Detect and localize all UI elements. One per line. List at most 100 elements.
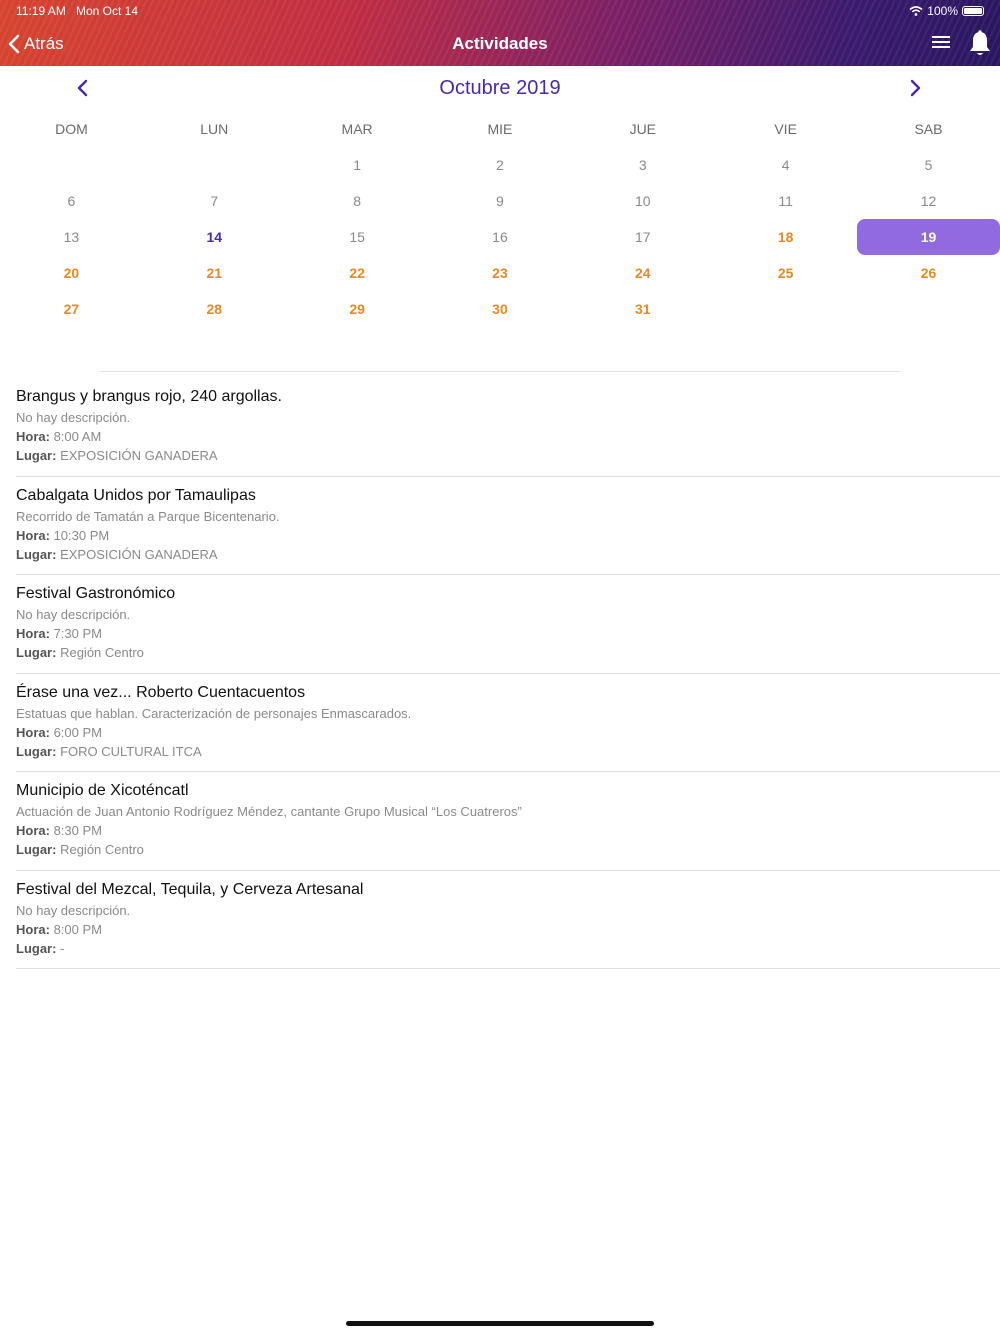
- place-label: Lugar:: [16, 546, 57, 562]
- calendar-day-23[interactable]: 23: [429, 255, 572, 291]
- calendar-day-28[interactable]: 28: [143, 291, 286, 327]
- calendar-day-26[interactable]: 26: [857, 255, 1000, 291]
- event-title: Cabalgata Unidos por Tamaulipas: [16, 486, 256, 504]
- calendar-day-19[interactable]: 19: [857, 219, 1000, 255]
- calendar-day-20[interactable]: 20: [0, 255, 143, 291]
- event-place-row: Lugar: Región Centro: [16, 840, 1000, 859]
- divider: [100, 371, 900, 372]
- event-place: EXPOSICIÓN GANADERA: [60, 546, 218, 562]
- event-time: 7:30 PM: [53, 626, 102, 641]
- calendar-day-17[interactable]: 17: [571, 219, 714, 255]
- time-label: Hora:: [16, 921, 50, 937]
- weekday-label: DOM: [55, 121, 88, 137]
- event-title: Festival del Mezcal, Tequila, y Cerveza …: [16, 880, 364, 898]
- calendar-day-11[interactable]: 11: [714, 183, 857, 219]
- event-time-row: Hora: 8:00 AM: [16, 427, 1000, 446]
- event-description: Recorrido de Tamatán a Parque Bicentenar…: [16, 508, 280, 524]
- calendar-grid: 1 2 3 4 5 6 7 8 9 10 11 12 13 14 15 16 17 18 19 20 21 22 23 24 2…: [0, 147, 1000, 327]
- event-description: No hay descripción.: [16, 410, 131, 425]
- place-label: Lugar:: [16, 743, 57, 759]
- wifi-icon: [909, 6, 923, 16]
- calendar-day-empty: [857, 291, 1000, 327]
- event-title: Festival Gastronómico: [16, 585, 176, 602]
- calendar-day-30[interactable]: 30: [429, 291, 572, 327]
- place-label: Lugar:: [16, 448, 57, 463]
- calendar-day-4[interactable]: 4: [714, 147, 857, 183]
- time-label: Hora:: [16, 527, 50, 543]
- week-row: 6 7 8 9 10 11 12: [0, 183, 1000, 219]
- event-place: Región Centro: [60, 645, 144, 660]
- event-title: Érase una vez... Roberto Cuentacuentos: [16, 683, 306, 701]
- calendar-header: Octubre 2019: [0, 66, 1000, 110]
- event-place: FORO CULTURAL ITCA: [60, 743, 202, 759]
- calendar-day-empty: [714, 291, 857, 327]
- event-title: Municipio de Xicoténcatl: [16, 782, 189, 799]
- event-time-row: Hora: 10:30 PM: [16, 526, 1000, 545]
- calendar-day-31[interactable]: 31: [571, 291, 714, 327]
- status-bar: 11:19 AM Mon Oct 14 100%: [16, 4, 984, 20]
- week-row: 13 14 15 16 17 18 19: [0, 219, 1000, 255]
- weekday-label: SAB: [914, 121, 943, 137]
- event-place-row: Lugar: Región Centro: [16, 643, 1000, 662]
- place-label: Lugar:: [16, 940, 57, 956]
- weekday-label: MIE: [487, 121, 513, 137]
- month-title: Octubre 2019: [439, 77, 561, 99]
- calendar-day-27[interactable]: 27: [0, 291, 143, 327]
- event-time: 8:00 AM: [53, 429, 102, 444]
- time-label: Hora:: [16, 823, 50, 838]
- event-list-item[interactable]: Érase una vez... Roberto Cuentacuentos Es…: [16, 674, 1000, 772]
- week-row: 27 28 29 30 31: [0, 291, 1000, 327]
- calendar-day-7[interactable]: 7: [143, 183, 286, 219]
- calendar-day-14[interactable]: 14: [143, 219, 286, 255]
- calendar-day-1[interactable]: 1: [286, 147, 429, 183]
- calendar-day-21[interactable]: 21: [143, 255, 286, 291]
- event-description: No hay descripción.: [16, 607, 131, 622]
- event-time-row: Hora: 6:00 PM: [16, 723, 1000, 742]
- status-indicators: 100%: [909, 4, 984, 18]
- event-list-item[interactable]: Cabalgata Unidos por Tamaulipas Recorrido…: [16, 477, 1000, 575]
- calendar-day-12[interactable]: 12: [857, 183, 1000, 219]
- event-list-item[interactable]: Municipio de Xicoténcatl Actuación de Jua…: [16, 772, 1000, 871]
- next-month-button[interactable]: [906, 78, 924, 98]
- calendar-day-15[interactable]: 15: [286, 219, 429, 255]
- event-place-row: Lugar: EXPOSICIÓN GANADERA: [16, 446, 1000, 465]
- weekday-label: MAR: [341, 121, 373, 137]
- calendar-day-18[interactable]: 18: [714, 219, 857, 255]
- event-place: -: [60, 940, 65, 956]
- event-list-item[interactable]: Festival Gastronómico No hay descripción.…: [16, 575, 1000, 674]
- event-description: Estatuas que hablan. Caracterización de …: [16, 705, 412, 721]
- time-label: Hora:: [16, 626, 50, 641]
- event-time: 8:00 PM: [53, 921, 102, 937]
- event-list-item[interactable]: Brangus y brangus rojo, 240 argollas. No …: [16, 378, 1000, 477]
- bell-icon[interactable]: [968, 30, 992, 58]
- calendar-day-5[interactable]: 5: [857, 147, 1000, 183]
- calendar-day-3[interactable]: 3: [571, 147, 714, 183]
- calendar-day-22[interactable]: 22: [286, 255, 429, 291]
- calendar-day-25[interactable]: 25: [714, 255, 857, 291]
- event-place-row: Lugar: -: [16, 939, 1000, 958]
- calendar-day-8[interactable]: 8: [286, 183, 429, 219]
- weekday-label: VIE: [774, 121, 797, 137]
- calendar-day-empty: [0, 147, 143, 183]
- battery-icon: [962, 6, 984, 16]
- event-time-row: Hora: 8:00 PM: [16, 920, 1000, 939]
- calendar-day-9[interactable]: 9: [429, 183, 572, 219]
- calendar-day-24[interactable]: 24: [571, 255, 714, 291]
- time-label: Hora:: [16, 724, 50, 740]
- calendar-day-2[interactable]: 2: [429, 147, 572, 183]
- event-list: Brangus y brangus rojo, 240 argollas. No …: [0, 378, 1000, 969]
- navigation-bar: Atrás Actividades: [0, 22, 1000, 66]
- time-label: Hora:: [16, 429, 50, 444]
- calendar-day-29[interactable]: 29: [286, 291, 429, 327]
- calendar-day-6[interactable]: 6: [0, 183, 143, 219]
- place-label: Lugar:: [16, 645, 57, 660]
- weekday-label: LUN: [200, 121, 229, 137]
- menu-icon[interactable]: [932, 36, 950, 50]
- event-time: 8:30 PM: [53, 823, 102, 838]
- event-list-item[interactable]: Festival del Mezcal, Tequila, y Cerveza …: [16, 871, 1000, 969]
- status-date: Mon Oct 14: [76, 4, 139, 18]
- weekday-label: JUE: [629, 121, 657, 137]
- calendar-day-16[interactable]: 16: [429, 219, 572, 255]
- calendar-day-10[interactable]: 10: [571, 183, 714, 219]
- calendar-day-13[interactable]: 13: [0, 219, 143, 255]
